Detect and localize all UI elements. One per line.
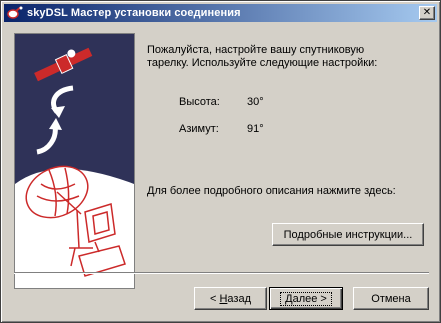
details-prompt: Для более подробного описания нажмите зд…	[147, 185, 396, 197]
elevation-value: 30°	[247, 96, 264, 108]
close-icon: ✕	[422, 7, 432, 18]
azimuth-label: Азимут:	[179, 123, 219, 135]
detailed-instructions-label: Подробные инструкции...	[283, 228, 413, 241]
satellite-illustration	[14, 33, 135, 289]
window-title: skyDSL Мастер установки соединения	[27, 7, 241, 19]
skydsl-app-icon	[7, 6, 23, 20]
detailed-instructions-button[interactable]: Подробные инструкции...	[272, 223, 424, 246]
intro-line-2: тарелку. Используйте следующие настройки…	[147, 57, 378, 69]
back-label-rest: азад	[227, 292, 251, 305]
next-label-hotkey: Д	[285, 292, 293, 305]
intro-line-1: Пожалуйста, настройте вашу спутниковую	[147, 44, 365, 56]
back-label: < Назад	[210, 293, 251, 305]
title-bar[interactable]: skyDSL Мастер установки соединения ✕	[4, 4, 437, 22]
next-label-rest: алее >	[292, 292, 327, 305]
wizard-window: skyDSL Мастер установки соединения ✕ Пож…	[0, 0, 441, 323]
satellite-icon	[34, 47, 93, 82]
back-button[interactable]: < Назад	[194, 287, 267, 310]
cancel-label: Отмена	[371, 292, 411, 305]
intro-text: Пожалуйста, настройте вашу спутниковую т…	[147, 44, 432, 70]
cancel-button[interactable]: Отмена	[353, 287, 429, 310]
separator	[14, 272, 429, 274]
azimuth-value: 91°	[247, 123, 264, 135]
satellite-dish-graphic	[15, 47, 134, 288]
close-button[interactable]: ✕	[419, 6, 435, 20]
next-button[interactable]: Далее >	[269, 287, 343, 310]
next-label: Далее >	[280, 291, 332, 306]
elevation-label: Высота:	[179, 96, 220, 108]
